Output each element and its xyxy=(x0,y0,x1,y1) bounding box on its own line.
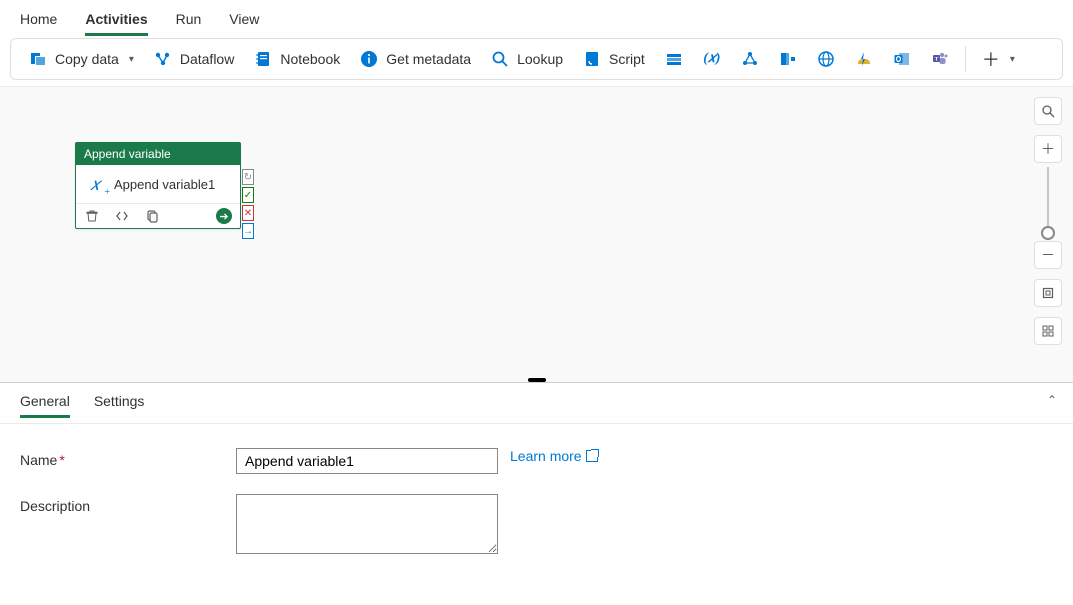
activity-name-label: Append variable1 xyxy=(114,177,215,192)
toolbar-copy-data[interactable]: Copy data ▾ xyxy=(19,46,144,72)
copy-data-icon xyxy=(29,50,47,68)
main-menu: Home Activities Run View xyxy=(0,0,1073,34)
chevron-down-icon: ▾ xyxy=(1010,54,1015,65)
activity-output-ports: ↻ ✓ ✕ → xyxy=(242,169,254,239)
toolbar-stored-procedure[interactable] xyxy=(655,46,693,72)
toolbar-label: Script xyxy=(609,51,645,67)
activity-type-label: Append variable xyxy=(76,143,240,165)
copy-activity-button[interactable] xyxy=(144,208,160,224)
lookup-icon xyxy=(491,50,509,68)
port-completion[interactable]: ↻ xyxy=(242,169,254,185)
toolbar-databricks[interactable] xyxy=(769,46,807,72)
toolbar-label: Dataflow xyxy=(180,51,234,67)
metadata-icon xyxy=(360,50,378,68)
search-canvas-button[interactable] xyxy=(1034,97,1062,125)
learn-more-link[interactable]: Learn more xyxy=(510,448,598,464)
toolbar-dataflow[interactable]: Dataflow xyxy=(144,46,244,72)
menu-tab-home[interactable]: Home xyxy=(20,7,57,35)
web-icon xyxy=(817,50,835,68)
activity-node-append-variable[interactable]: Append variable 𝑥 Append variable1 ➔ ↻ ✓… xyxy=(75,142,241,229)
description-input[interactable] xyxy=(236,494,498,554)
description-label: Description xyxy=(20,494,236,514)
properties-form: Name* Learn more Description xyxy=(0,424,1073,598)
toolbar-teams[interactable]: T xyxy=(921,46,959,72)
external-link-icon xyxy=(586,450,598,462)
chevron-down-icon: ▾ xyxy=(129,54,134,65)
toolbar-separator xyxy=(965,46,966,72)
pipeline-canvas[interactable]: Append variable 𝑥 Append variable1 ➔ ↻ ✓… xyxy=(0,86,1073,382)
zoom-in-button[interactable]: ＋ xyxy=(1034,135,1062,163)
properties-panel: General Settings ⌃ Name* Learn more Desc… xyxy=(0,382,1073,598)
menu-tab-view[interactable]: View xyxy=(229,7,259,35)
plus-icon: ＋ xyxy=(982,50,1000,68)
toolbar-set-variable[interactable]: (𝑥) xyxy=(693,46,731,72)
properties-tabs: General Settings ⌃ xyxy=(0,383,1073,424)
zoom-slider[interactable] xyxy=(1047,167,1049,237)
script-icon xyxy=(583,50,601,68)
menu-tab-run[interactable]: Run xyxy=(176,7,202,35)
canvas-controls: ＋ － xyxy=(1033,97,1063,345)
outlook-icon xyxy=(893,50,911,68)
zoom-slider-thumb[interactable] xyxy=(1041,226,1055,240)
zoom-fit-button[interactable] xyxy=(1034,279,1062,307)
run-activity-button[interactable]: ➔ xyxy=(216,208,232,224)
delete-activity-button[interactable] xyxy=(84,208,100,224)
toolbar-web[interactable] xyxy=(807,46,845,72)
panel-resize-handle[interactable] xyxy=(528,378,546,382)
props-tab-settings[interactable]: Settings xyxy=(94,393,145,417)
stored-procedure-icon xyxy=(665,50,683,68)
code-view-button[interactable] xyxy=(114,208,130,224)
collapse-panel-button[interactable]: ⌃ xyxy=(1047,393,1057,407)
zoom-out-button[interactable]: － xyxy=(1034,241,1062,269)
toolbar-label: Lookup xyxy=(517,51,563,67)
toolbar-label: Get metadata xyxy=(386,51,471,67)
dataflow-icon xyxy=(154,50,172,68)
toolbar-azure-function[interactable] xyxy=(845,46,883,72)
name-label: Name* xyxy=(20,448,236,468)
webhook-icon xyxy=(741,50,759,68)
toolbar-webhook[interactable] xyxy=(731,46,769,72)
databricks-icon xyxy=(779,50,797,68)
toolbar-lookup[interactable]: Lookup xyxy=(481,46,573,72)
azure-function-icon xyxy=(855,50,873,68)
notebook-icon xyxy=(254,50,272,68)
toolbar-script[interactable]: Script xyxy=(573,46,655,72)
toolbar-add-activity[interactable]: ＋ ▾ xyxy=(972,46,1025,72)
minimap-button[interactable] xyxy=(1034,317,1062,345)
append-variable-icon: 𝑥 xyxy=(84,173,106,195)
svg-text:T: T xyxy=(935,57,939,63)
menu-tab-activities[interactable]: Activities xyxy=(85,7,147,35)
port-failure[interactable]: ✕ xyxy=(242,205,254,221)
teams-icon: T xyxy=(931,50,949,68)
toolbar-label: Copy data xyxy=(55,51,119,67)
activities-toolbar: Copy data ▾ Dataflow Notebook Get metada… xyxy=(10,38,1063,80)
toolbar-notebook[interactable]: Notebook xyxy=(244,46,350,72)
port-success[interactable]: ✓ xyxy=(242,187,254,203)
props-tab-general[interactable]: General xyxy=(20,393,70,417)
port-skip[interactable]: → xyxy=(242,223,254,239)
toolbar-get-metadata[interactable]: Get metadata xyxy=(350,46,481,72)
name-input[interactable] xyxy=(236,448,498,474)
learn-more-label: Learn more xyxy=(510,448,582,464)
toolbar-outlook[interactable] xyxy=(883,46,921,72)
toolbar-label: Notebook xyxy=(280,51,340,67)
variable-icon: (𝑥) xyxy=(703,50,721,68)
